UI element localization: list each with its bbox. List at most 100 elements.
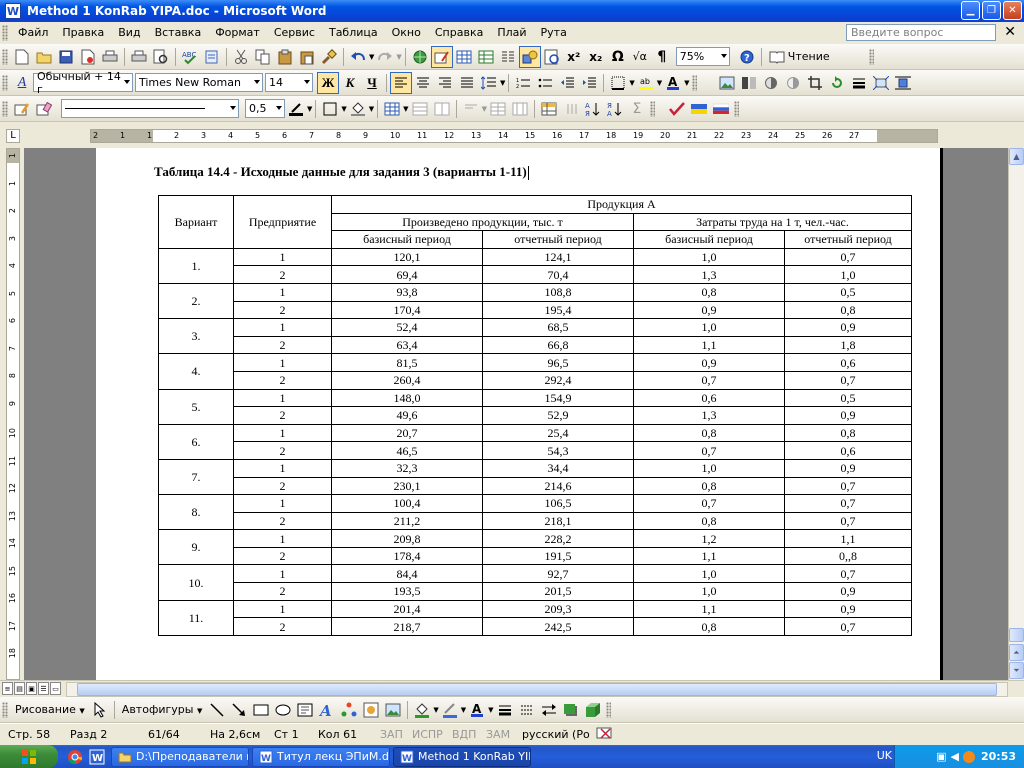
header-base-period[interactable]: базисный период: [633, 230, 785, 249]
labor-report-cell[interactable]: 0,9: [784, 458, 912, 478]
data-table[interactable]: Вариант Предприятие Продукция А Произвед…: [158, 195, 912, 636]
variant-cell[interactable]: 6.: [158, 423, 234, 460]
document-page[interactable]: Таблица 14.4 - Исходные данные для задан…: [96, 148, 940, 680]
produced-report-cell[interactable]: 191,5: [482, 546, 634, 566]
produced-base-cell[interactable]: 148,0: [331, 388, 483, 408]
produced-report-cell[interactable]: 214,6: [482, 476, 634, 496]
produced-report-cell[interactable]: 92,7: [482, 564, 634, 584]
bold-button[interactable]: Ж: [317, 71, 339, 94]
enterprise-cell[interactable]: 1: [233, 353, 332, 372]
produced-report-cell[interactable]: 106,5: [482, 494, 634, 513]
produced-report-cell[interactable]: 195,4: [482, 300, 634, 320]
style-select[interactable]: Обычный + 14 г: [33, 70, 133, 96]
dash-style-button[interactable]: [516, 699, 538, 721]
drawing-button[interactable]: [518, 45, 541, 68]
previous-page-button[interactable]: ⏶: [1009, 644, 1024, 661]
labor-base-cell[interactable]: 0,8: [633, 476, 785, 496]
labor-base-cell[interactable]: 1,3: [633, 265, 785, 284]
produced-report-cell[interactable]: 25,4: [482, 423, 634, 443]
labor-report-cell[interactable]: 0,5: [784, 282, 912, 302]
menu-table[interactable]: Таблица: [322, 23, 385, 43]
taskbar-item-doc-titul[interactable]: WТитул лекц ЭПиМ.do...: [252, 746, 390, 767]
labor-report-cell[interactable]: 0,6: [784, 441, 912, 460]
variant-cell[interactable]: 3.: [158, 318, 234, 355]
produced-report-cell[interactable]: 54,3: [482, 441, 634, 460]
enterprise-cell[interactable]: 2: [233, 511, 332, 531]
status-record[interactable]: ЗАП: [374, 728, 408, 741]
font-select[interactable]: Times New Roman: [135, 73, 263, 92]
variant-cell[interactable]: 7.: [158, 458, 234, 496]
spelling-status-icon[interactable]: [592, 726, 614, 743]
border-color-button[interactable]: [285, 98, 307, 120]
produced-base-cell[interactable]: 201,4: [331, 599, 483, 619]
close-button[interactable]: ✕: [1003, 1, 1022, 20]
brightness-button[interactable]: [782, 72, 804, 94]
help-question-input[interactable]: Введите вопрос: [846, 24, 996, 41]
menu-tools[interactable]: Сервис: [267, 23, 322, 43]
produced-base-cell[interactable]: 69,4: [331, 265, 483, 284]
header-labor[interactable]: Затраты труда на 1 т, чел.-час.: [633, 212, 912, 232]
bullets-button[interactable]: [534, 72, 556, 94]
produced-base-cell[interactable]: 170,4: [331, 300, 483, 320]
labor-base-cell[interactable]: 1,3: [633, 406, 785, 425]
paste-button[interactable]: [274, 46, 296, 68]
labor-base-cell[interactable]: 0,7: [633, 370, 785, 390]
labor-report-cell[interactable]: 0,9: [784, 406, 912, 425]
produced-base-cell[interactable]: 211,2: [331, 511, 483, 531]
distribute-rows-button[interactable]: [487, 98, 509, 120]
variant-cell[interactable]: 4.: [158, 353, 234, 390]
labor-report-cell[interactable]: 0,7: [784, 494, 912, 513]
merge-cells-button[interactable]: [409, 98, 431, 120]
insert-picture-button[interactable]: [716, 72, 738, 94]
labor-base-cell[interactable]: 1,1: [633, 335, 785, 355]
document-close-icon[interactable]: ✕: [1004, 24, 1016, 40]
produced-report-cell[interactable]: 228,2: [482, 529, 634, 548]
produced-base-cell[interactable]: 218,7: [331, 617, 483, 636]
labor-report-cell[interactable]: 0,7: [784, 511, 912, 531]
align-left-button[interactable]: [390, 71, 412, 94]
header-report-period[interactable]: отчетный период: [784, 230, 912, 249]
menu-insert[interactable]: Вставка: [148, 23, 209, 43]
toolbar-grip[interactable]: [2, 74, 8, 91]
enterprise-cell[interactable]: 2: [233, 582, 332, 601]
produced-base-cell[interactable]: 32,3: [331, 458, 483, 478]
header-produced[interactable]: Произведено продукции, тыс. т: [331, 212, 634, 232]
produced-report-cell[interactable]: 154,9: [482, 388, 634, 408]
header-report-period[interactable]: отчетный период: [482, 230, 634, 249]
outside-border-button[interactable]: [607, 72, 629, 94]
produced-base-cell[interactable]: 46,5: [331, 441, 483, 460]
enterprise-cell[interactable]: 1: [233, 529, 332, 548]
labor-report-cell[interactable]: 0,8: [784, 300, 912, 320]
toolbar-grip[interactable]: [2, 48, 8, 65]
autosum-button[interactable]: Σ: [626, 98, 648, 120]
table-caption[interactable]: Таблица 14.4 - Исходные данные для задан…: [154, 164, 529, 181]
labor-report-cell[interactable]: 0,7: [784, 476, 912, 496]
produced-base-cell[interactable]: 84,4: [331, 564, 483, 584]
fill-color-button[interactable]: [411, 699, 433, 721]
line-weight-button[interactable]: [494, 699, 516, 721]
increase-indent-button[interactable]: [578, 72, 600, 94]
toolbar-options-icon[interactable]: [691, 74, 697, 91]
clip-art-button[interactable]: [360, 699, 382, 721]
subscript-button[interactable]: x₂: [585, 46, 607, 68]
clock[interactable]: 20:53: [981, 750, 1016, 763]
produced-base-cell[interactable]: 63,4: [331, 335, 483, 355]
labor-report-cell[interactable]: 1,0: [784, 265, 912, 284]
redo-button[interactable]: [374, 46, 396, 68]
print-button[interactable]: [99, 46, 121, 68]
spelling-button[interactable]: ABC: [179, 46, 201, 68]
labor-base-cell[interactable]: 1,0: [633, 582, 785, 601]
produced-base-cell[interactable]: 260,4: [331, 370, 483, 390]
align-right-button[interactable]: [434, 72, 456, 94]
labor-base-cell[interactable]: 1,0: [633, 564, 785, 584]
line-spacing-button[interactable]: [478, 72, 500, 94]
produced-base-cell[interactable]: 193,5: [331, 582, 483, 601]
labor-report-cell[interactable]: 1,1: [784, 529, 912, 548]
shading-color-button[interactable]: [347, 98, 369, 120]
research-button[interactable]: [201, 46, 223, 68]
produced-base-cell[interactable]: 230,1: [331, 476, 483, 496]
labor-report-cell[interactable]: 0,9: [784, 582, 912, 601]
contrast-button[interactable]: [760, 72, 782, 94]
draw-menu-button[interactable]: Рисование ▼: [11, 703, 89, 716]
labor-report-cell[interactable]: 0,7: [784, 370, 912, 390]
